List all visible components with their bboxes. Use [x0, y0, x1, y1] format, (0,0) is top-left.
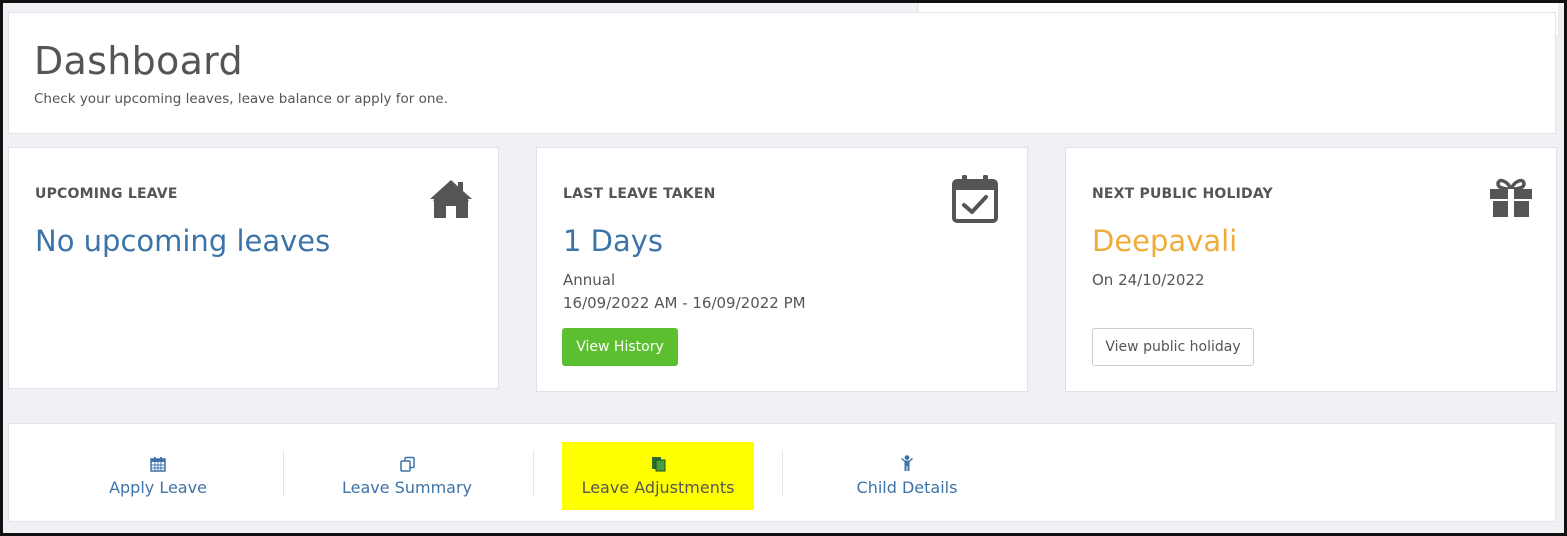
nav-apply-leave-label: Apply Leave	[109, 477, 207, 497]
page-title: Dashboard	[34, 39, 243, 83]
nav-leave-adjustments-label: Leave Adjustments	[581, 477, 735, 497]
view-history-button[interactable]: View History	[562, 328, 678, 366]
home-icon	[427, 176, 475, 222]
upcoming-leave-value: No upcoming leaves	[35, 224, 331, 258]
nav-leave-adjustments[interactable]: Leave Adjustments	[562, 442, 754, 510]
copy-icon	[399, 456, 415, 472]
quick-nav: Apply Leave Leave Summary Leave Adjustme…	[8, 423, 1556, 522]
nav-child-details[interactable]: Child Details	[811, 442, 1003, 510]
nav-divider	[782, 450, 783, 496]
last-leave-card: LAST LEAVE TAKEN 1 Days Annual 16/09/202…	[536, 147, 1028, 392]
calendar-icon	[150, 456, 166, 472]
leave-type: Annual	[563, 271, 616, 289]
nav-leave-summary[interactable]: Leave Summary	[311, 442, 503, 510]
nav-divider	[533, 450, 534, 496]
holiday-date: On 24/10/2022	[1092, 271, 1205, 289]
page-header: Dashboard Check your upcoming leaves, le…	[8, 12, 1556, 134]
leave-date-range: 16/09/2022 AM - 16/09/2022 PM	[563, 294, 806, 312]
calendar-check-icon	[951, 174, 999, 223]
nav-divider	[283, 450, 284, 496]
view-public-holiday-button[interactable]: View public holiday	[1092, 328, 1254, 366]
holiday-name: Deepavali	[1092, 224, 1238, 258]
nav-leave-summary-label: Leave Summary	[342, 477, 472, 497]
public-holiday-title: NEXT PUBLIC HOLIDAY	[1092, 186, 1273, 202]
upcoming-leave-title: UPCOMING LEAVE	[35, 186, 178, 202]
nav-child-details-label: Child Details	[856, 478, 958, 497]
upcoming-leave-card: UPCOMING LEAVE No upcoming leaves	[8, 147, 499, 389]
public-holiday-card: NEXT PUBLIC HOLIDAY Deepavali On 24/10/2…	[1065, 147, 1557, 392]
last-leave-title: LAST LEAVE TAKEN	[563, 186, 716, 202]
gift-icon	[1488, 178, 1536, 224]
last-leave-value: 1 Days	[563, 224, 664, 258]
nav-apply-leave[interactable]: Apply Leave	[62, 442, 254, 510]
page-subtitle: Check your upcoming leaves, leave balanc…	[34, 91, 448, 107]
files-icon	[651, 456, 665, 471]
child-icon	[901, 455, 913, 471]
